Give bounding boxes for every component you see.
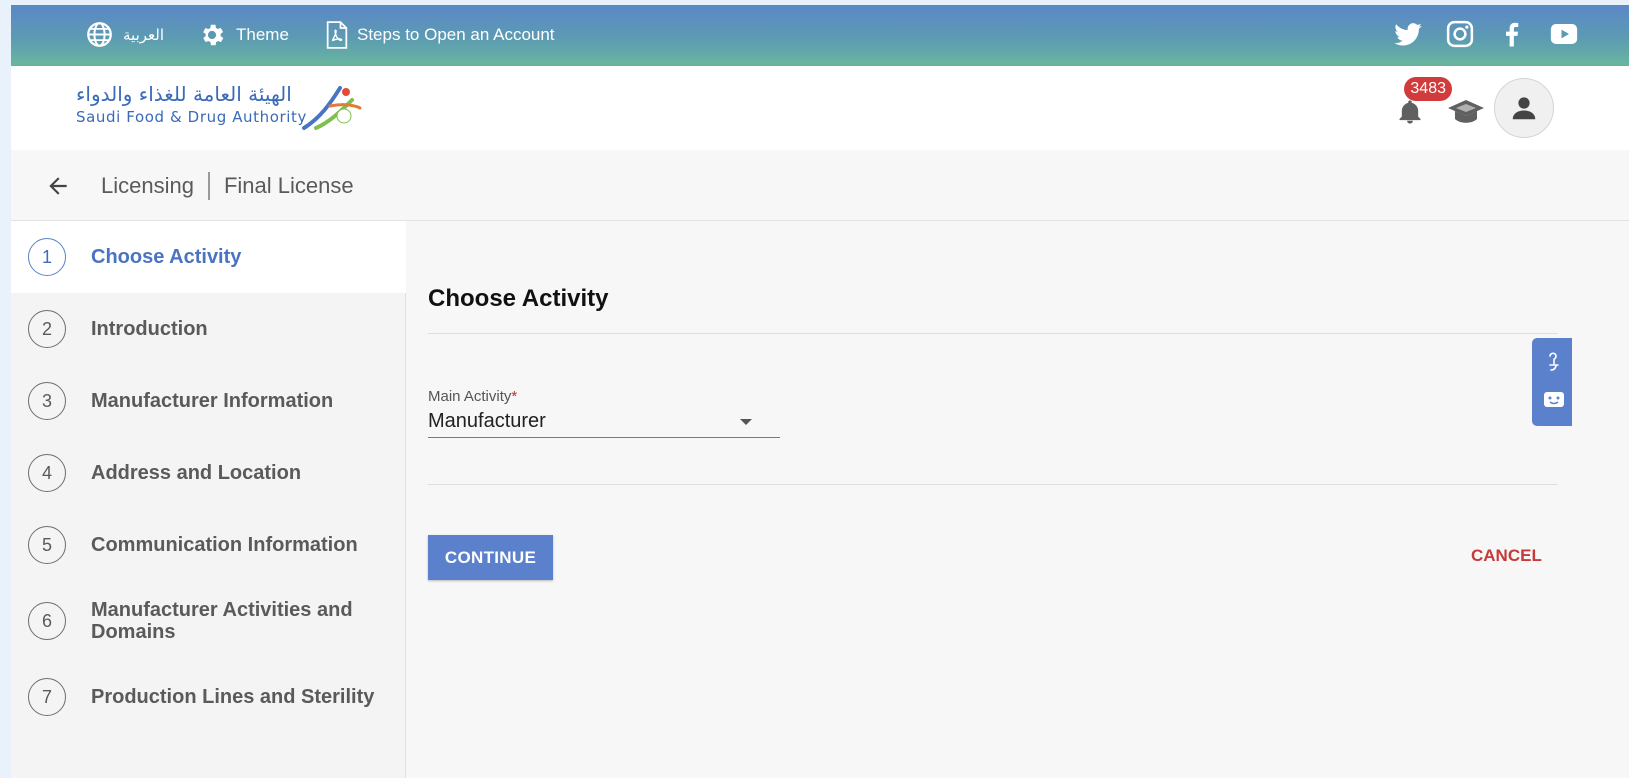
facebook-icon[interactable] [1497, 19, 1527, 49]
theme-label: Theme [236, 25, 289, 44]
step-number: 5 [28, 526, 66, 564]
language-label: العربية [123, 25, 164, 44]
breadcrumb-page: Final License [223, 173, 354, 198]
divider [428, 484, 1558, 485]
steps-to-open-account-link[interactable]: Steps to Open an Account [325, 21, 555, 49]
main-activity-select[interactable]: Manufacturer [428, 407, 780, 438]
step-address-and-location[interactable]: 4 Address and Location [11, 437, 406, 509]
breadcrumb-bar: Licensing Final License [11, 150, 1629, 221]
arrow-left-icon[interactable] [45, 173, 71, 199]
globe-icon [87, 22, 112, 47]
top-bar: العربية Theme Steps to Open an Account [11, 5, 1629, 66]
main-activity-label-text: Main Activity [428, 388, 512, 405]
breadcrumb-separator [207, 172, 210, 200]
app-header: الهيئة العامة للغذاء والدواء Saudi Food … [11, 66, 1629, 150]
step-label: Production Lines and Sterility [91, 686, 375, 708]
divider [428, 333, 1558, 334]
graduation-cap-icon[interactable] [1446, 96, 1486, 126]
sfda-emblem-icon [302, 86, 362, 130]
step-number: 2 [28, 310, 66, 348]
user-icon [1512, 97, 1536, 120]
step-label: Manufacturer Information [91, 390, 334, 412]
step-number: 1 [28, 238, 66, 276]
step-production-lines[interactable]: 7 Production Lines and Sterility [11, 661, 406, 733]
cancel-button[interactable]: CANCEL [1471, 546, 1542, 566]
breadcrumb-section[interactable]: Licensing [101, 173, 194, 199]
instagram-icon[interactable] [1445, 19, 1475, 49]
chatbot-icon[interactable] [1542, 388, 1566, 412]
step-label: Communication Information [91, 534, 358, 556]
sfda-logo[interactable]: الهيئة العامة للغذاء والدواء Saudi Food … [76, 82, 366, 136]
step-number: 4 [28, 454, 66, 492]
main-activity-label: Main Activity* [428, 388, 517, 405]
logo-english-text: Saudi Food & Drug Authority [76, 108, 308, 126]
required-mark: * [511, 388, 518, 405]
bell-icon[interactable] [1396, 98, 1424, 126]
page-title: Choose Activity [428, 285, 609, 312]
social-links [1393, 19, 1579, 49]
steps-label: Steps to Open an Account [357, 25, 555, 44]
language-switch[interactable]: العربية [86, 21, 164, 48]
caret-down-icon [740, 419, 752, 425]
step-number: 3 [28, 382, 66, 420]
step-manufacturer-activities[interactable]: 6 Manufacturer Activities and Domains [11, 585, 406, 657]
app-window: العربية Theme Steps to Open an Account ا… [11, 5, 1629, 778]
accessibility-icon[interactable] [1542, 350, 1566, 374]
theme-button[interactable]: Theme [198, 21, 289, 49]
step-choose-activity[interactable]: 1 Choose Activity [11, 221, 406, 293]
main-activity-value: Manufacturer [428, 410, 546, 432]
step-label: Choose Activity [91, 246, 242, 268]
main-content: Choose Activity Main Activity* Manufactu… [406, 221, 1629, 778]
step-number: 7 [28, 678, 66, 716]
continue-button[interactable]: CONTINUE [428, 535, 553, 580]
gear-icon [203, 24, 224, 46]
step-communication-information[interactable]: 5 Communication Information [11, 509, 406, 581]
notification-badge: 3483 [1404, 77, 1452, 101]
step-label: Introduction [91, 318, 208, 340]
logo-arabic-text: الهيئة العامة للغذاء والدواء [76, 82, 292, 106]
step-label: Manufacturer Activities and Domains [91, 599, 353, 643]
step-manufacturer-information[interactable]: 3 Manufacturer Information [11, 365, 406, 437]
twitter-icon[interactable] [1393, 19, 1423, 49]
youtube-icon[interactable] [1549, 19, 1579, 49]
step-introduction[interactable]: 2 Introduction [11, 293, 406, 365]
breadcrumb: Licensing Final License [101, 172, 354, 200]
step-number: 6 [28, 602, 66, 640]
floating-help-widget[interactable] [1532, 338, 1572, 426]
step-label: Address and Location [91, 462, 302, 484]
user-avatar[interactable] [1494, 78, 1554, 138]
pdf-icon [326, 21, 348, 49]
stepper-sidebar: 1 Choose Activity 2 Introduction 3 Manuf… [11, 221, 406, 778]
